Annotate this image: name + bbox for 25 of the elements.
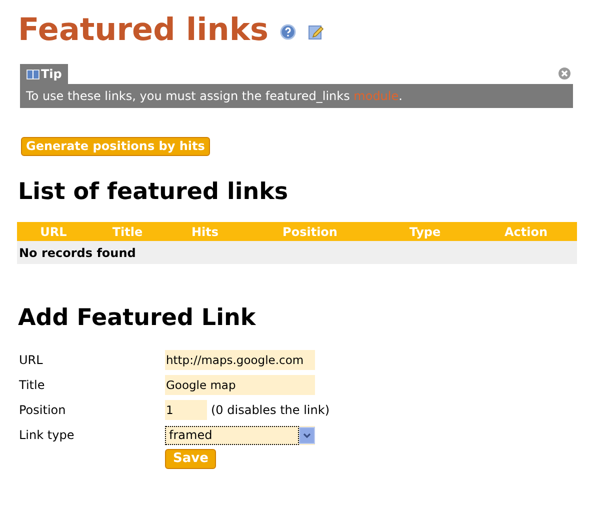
input-field[interactable]: Google map xyxy=(165,375,315,395)
empty-message: No records found xyxy=(19,244,136,262)
column-header: Title xyxy=(112,224,143,240)
book-icon xyxy=(26,68,40,80)
field-label: URL xyxy=(19,352,44,369)
field-label: Title xyxy=(19,377,46,394)
section-heading: Add Featured Link xyxy=(18,304,257,333)
input-field[interactable]: http://maps.google.com xyxy=(165,350,315,370)
field-label: Link type xyxy=(19,427,76,444)
help-icon[interactable] xyxy=(280,24,296,40)
tip-text: To use these links, you must assign the featured_links module. xyxy=(26,88,402,105)
field-hint: (0 disables the link) xyxy=(211,402,330,419)
close-icon[interactable] xyxy=(558,67,571,80)
page-title: Featured links xyxy=(18,12,268,48)
section-heading: List of featured links xyxy=(18,178,290,207)
input-field[interactable]: 1 xyxy=(165,400,207,420)
field-label: Position xyxy=(19,402,67,419)
column-header: Action xyxy=(504,224,548,240)
tip-label: Tip xyxy=(41,66,62,83)
edit-icon[interactable] xyxy=(308,24,324,40)
column-header: Type xyxy=(409,224,441,240)
column-header: Position xyxy=(282,224,338,240)
link-type-dropdown[interactable]: framed xyxy=(165,426,315,444)
column-header: URL xyxy=(40,224,67,240)
column-header: Hits xyxy=(191,224,219,240)
